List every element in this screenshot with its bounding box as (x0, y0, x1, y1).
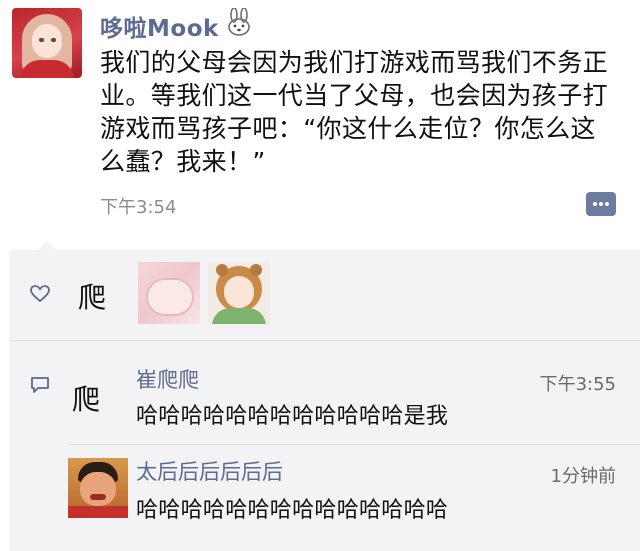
avatar-illustration (146, 278, 194, 316)
avatar-mouth (90, 494, 106, 500)
comment-timestamp: 下午3:55 (539, 374, 616, 395)
like-avatar[interactable] (138, 262, 200, 324)
commenter-name[interactable]: 太后后后后后后 (136, 456, 283, 486)
avatar-face (32, 24, 62, 58)
like-user-name[interactable]: 爬 (78, 276, 106, 316)
likes-divider (10, 340, 640, 341)
avatar-shirt (68, 506, 128, 518)
author-avatar[interactable] (12, 8, 82, 78)
commenter-avatar[interactable]: 爬 (72, 370, 130, 430)
interaction-panel: 爬 爬 崔爬爬 下午3:55 哈哈哈哈哈哈哈哈哈哈哈哈是我 太后后后后后后 1分… (10, 241, 640, 551)
post-timestamp: 下午3:54 (100, 197, 177, 218)
commenter-avatar[interactable] (68, 458, 128, 518)
avatar-eye (51, 38, 56, 42)
heart-icon (30, 285, 50, 303)
avatar-eye (39, 38, 44, 42)
like-avatar[interactable] (208, 262, 270, 324)
avatar-bun (250, 264, 262, 276)
more-dots-icon (593, 202, 597, 206)
rabbit-icon (228, 8, 250, 36)
more-dots-icon (605, 202, 609, 206)
post-content: 我们的父母会因为我们打游戏而骂我们不务正业。等我们这一代当了父母，也会因为孩子打… (100, 48, 609, 176)
more-dots-icon (599, 202, 603, 206)
avatar-shirt (212, 308, 266, 324)
comment-icon (31, 377, 49, 393)
author-name[interactable]: 哆啦Mook (100, 9, 219, 43)
comment-divider (68, 444, 640, 445)
avatar-face (80, 472, 116, 506)
avatar-face (224, 276, 254, 308)
panel-notch (38, 241, 56, 250)
comment-timestamp: 1分钟前 (550, 466, 616, 487)
comment-text: 哈哈哈哈哈哈哈哈哈哈哈哈是我 (136, 404, 449, 429)
comment-action-button[interactable] (586, 192, 616, 216)
commenter-name[interactable]: 崔爬爬 (136, 364, 199, 394)
comment-text: 哈哈哈哈哈哈哈哈哈哈哈哈哈哈 (136, 498, 449, 523)
avatar-bun (216, 264, 228, 276)
